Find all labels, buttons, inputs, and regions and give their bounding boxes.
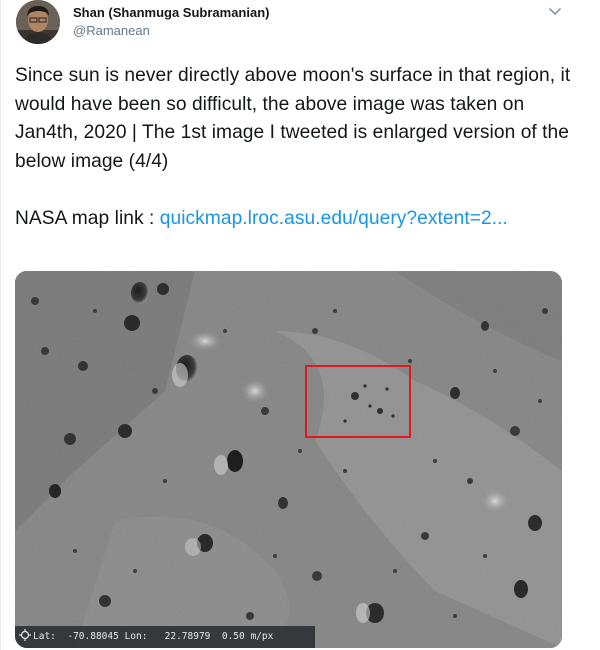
moon-surface-picture (15, 271, 562, 648)
coordinate-readout: Lat: -70.88045 Lon: 22.78979 0.50 m/px (15, 626, 315, 648)
chevron-down-icon[interactable] (547, 3, 563, 19)
lon-value: 22.78979 (164, 631, 211, 642)
crosshair-icon (19, 629, 31, 641)
tweet-text: Since sun is never directly above moon's… (15, 62, 575, 233)
link-prefix: NASA map link : (15, 207, 160, 229)
lon-label: Lon: (124, 631, 148, 642)
avatar[interactable] (16, 0, 60, 44)
avatar-image (16, 0, 60, 44)
moon-surface-image[interactable]: Lat: -70.88045 Lon: 22.78979 0.50 m/px (15, 271, 562, 648)
tweet-link-paragraph: NASA map link : quickmap.lroc.asu.edu/qu… (15, 205, 575, 234)
tweet-card: Shan (Shanmuga Subramanian) @Ramanean Si… (0, 0, 600, 650)
tweet-header: Shan (Shanmuga Subramanian) @Ramanean (16, 0, 585, 48)
author-handle[interactable]: @Ramanean (73, 23, 150, 38)
scale-value: 0.50 m/px (221, 631, 274, 642)
author-name[interactable]: Shan (Shanmuga Subramanian) (73, 5, 269, 20)
tweet-text-paragraph: Since sun is never directly above moon's… (15, 65, 571, 172)
lat-label: Lat: (33, 631, 56, 642)
lat-value: -70.88045 (67, 631, 119, 642)
nasa-map-link[interactable]: quickmap.lroc.asu.edu/query?extent=2... (160, 208, 508, 229)
